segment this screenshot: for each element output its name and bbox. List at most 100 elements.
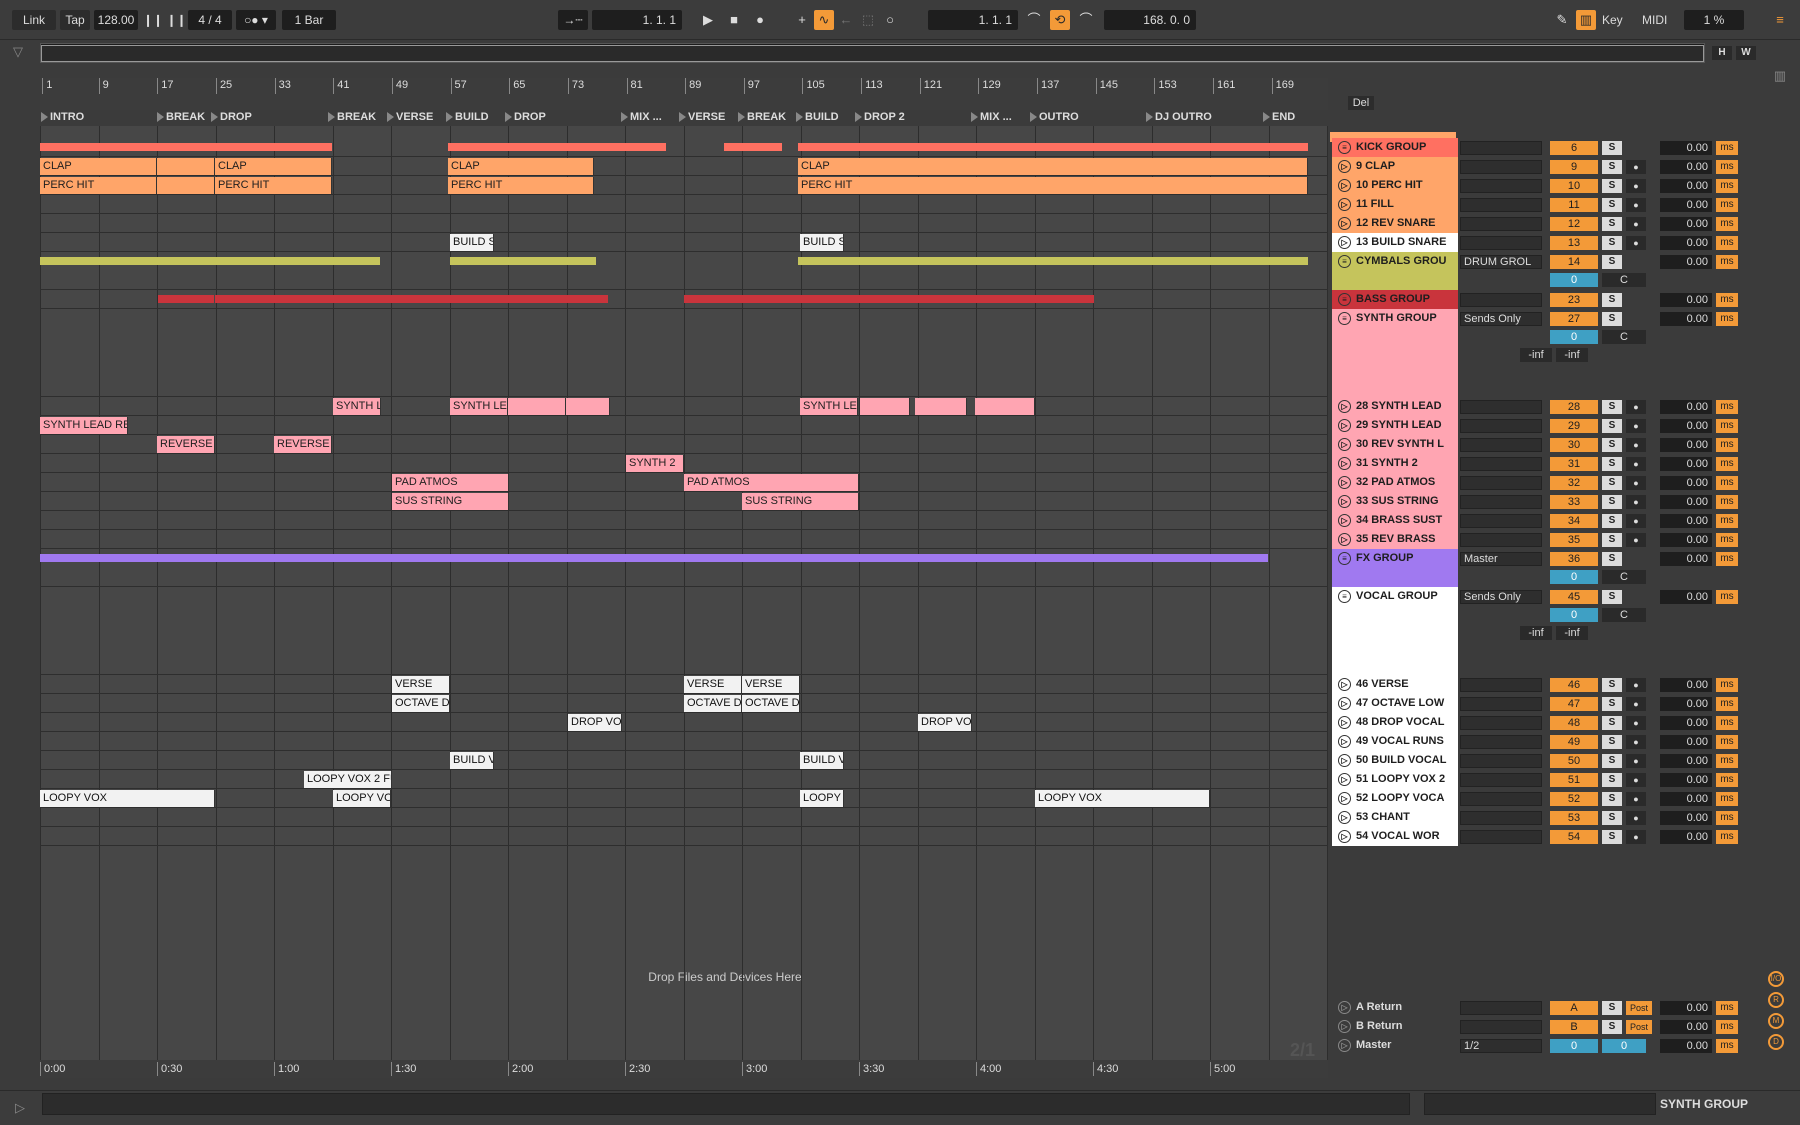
delay-unit-toggle[interactable]: ms [1716, 735, 1738, 749]
track-activator-icon[interactable]: ▷ [1338, 533, 1351, 546]
return-number[interactable]: A [1550, 1001, 1598, 1015]
return-io-selector[interactable]: 1/2 [1460, 1039, 1542, 1053]
return-io-selector[interactable] [1460, 1020, 1542, 1034]
track-delay-field[interactable]: 0.00 [1660, 236, 1712, 250]
track-delay-field[interactable]: 0.00 [1660, 217, 1712, 231]
track-name[interactable]: ▷ 30 REV SYNTH L [1332, 435, 1458, 454]
delay-unit-toggle[interactable]: ms [1716, 312, 1738, 326]
track-header[interactable]: ▷ 10 PERC HIT 10 S ● 0.00 ms [1330, 176, 1760, 195]
delay-unit-toggle[interactable]: ms [1716, 255, 1738, 269]
track-name[interactable]: ▷ 28 SYNTH LEAD [1332, 397, 1458, 416]
clip[interactable]: PAD ATMOS [684, 474, 859, 491]
tap-button[interactable]: Tap [60, 10, 90, 30]
clip[interactable] [915, 398, 967, 415]
delay-unit-toggle[interactable]: ms [1716, 697, 1738, 711]
delay-unit-toggle[interactable]: ms [1716, 457, 1738, 471]
track-name[interactable]: ≡ FX GROUP [1332, 549, 1458, 587]
track-name[interactable]: ▷ 12 REV SNARE [1332, 214, 1458, 233]
send-a-field[interactable]: -inf [1520, 626, 1552, 640]
track-delay-field[interactable]: 0.00 [1660, 1039, 1712, 1053]
track-activator-icon[interactable]: ▷ [1338, 198, 1351, 211]
solo-button[interactable]: S [1602, 697, 1622, 711]
clip[interactable] [566, 398, 610, 415]
track-number[interactable]: 48 [1550, 716, 1598, 730]
track-name[interactable]: ▷ 29 SYNTH LEAD [1332, 416, 1458, 435]
track-delay-field[interactable]: 0.00 [1660, 495, 1712, 509]
track-number[interactable]: 35 [1550, 533, 1598, 547]
track-header[interactable]: ≡ BASS GROUP 23 S 0.00 ms [1330, 290, 1760, 309]
group-clip-bar[interactable] [40, 143, 157, 151]
track-number[interactable]: 28 [1550, 400, 1598, 414]
solo-button[interactable]: S [1602, 400, 1622, 414]
track-delay-field[interactable]: 0.00 [1660, 400, 1712, 414]
track-lane[interactable] [40, 214, 1328, 233]
clip[interactable]: BUILD V [800, 752, 844, 769]
group-clip-bar[interactable] [608, 143, 666, 151]
track-io-selector[interactable] [1460, 495, 1542, 509]
track-header[interactable]: ▷ 51 LOOPY VOX 2 51 S ● 0.00 ms [1330, 770, 1760, 789]
clip[interactable]: DROP VO [918, 714, 972, 731]
track-header[interactable]: ▷ 33 SUS STRING 33 S ● 0.00 ms [1330, 492, 1760, 511]
returns-toggle-icon[interactable]: R [1768, 992, 1784, 1008]
track-io-selector[interactable] [1460, 179, 1542, 193]
group-fold-icon[interactable]: ≡ [1338, 293, 1351, 306]
group-clip-bar[interactable] [40, 554, 1268, 562]
group-clip-bar[interactable] [157, 143, 215, 151]
group-clip-bar[interactable] [158, 295, 214, 303]
arm-icon[interactable]: ● [1626, 400, 1646, 414]
post-toggle[interactable]: Post [1626, 1001, 1652, 1015]
zoom-height-button[interactable]: H [1712, 46, 1732, 60]
clip[interactable]: LOOPY [800, 790, 844, 807]
clip[interactable]: CLAP [215, 158, 332, 175]
arm-icon[interactable]: ● [1626, 419, 1646, 433]
track-delay-field[interactable]: 0.00 [1660, 697, 1712, 711]
track-io-selector[interactable] [1460, 419, 1542, 433]
delay-unit-toggle[interactable]: ms [1716, 419, 1738, 433]
arm-icon[interactable]: ● [1626, 773, 1646, 787]
delay-unit-toggle[interactable]: ms [1716, 1039, 1738, 1053]
midi-map-button[interactable]: MIDI [1642, 10, 1667, 30]
arm-icon[interactable]: ● [1626, 495, 1646, 509]
track-delay-field[interactable]: 0.00 [1660, 1001, 1712, 1015]
clip[interactable]: LOOPY VOX [333, 790, 391, 807]
clip[interactable] [157, 177, 215, 194]
track-number[interactable]: 45 [1550, 590, 1598, 604]
track-delay-field[interactable]: 0.00 [1660, 735, 1712, 749]
delay-unit-toggle[interactable]: ms [1716, 400, 1738, 414]
locator-end[interactable]: END [1262, 110, 1295, 124]
track-delay-field[interactable]: 0.00 [1660, 457, 1712, 471]
time-ruler[interactable]: 0:00 0:30 1:00 1:30 2:00 2:30 3:00 3:30 4:00 4:30… [40, 1060, 1328, 1078]
solo-button[interactable]: S [1602, 457, 1622, 471]
track-lane[interactable] [40, 530, 1328, 549]
clip[interactable]: REVERSE S [274, 436, 332, 453]
track-header[interactable]: ▷ 54 VOCAL WOR 54 S ● 0.00 ms [1330, 827, 1760, 846]
solo-button[interactable]: S [1602, 1001, 1622, 1015]
keyboard-icon[interactable]: ▥ [1576, 10, 1596, 30]
arm-icon[interactable]: ● [1626, 236, 1646, 250]
clip[interactable]: BUILD V [450, 752, 494, 769]
arm-icon[interactable]: ● [1626, 217, 1646, 231]
clip[interactable]: SYNTH LE [800, 398, 858, 415]
volume-field[interactable]: 0 [1550, 273, 1598, 287]
clip[interactable]: LOOPY VOX [40, 790, 215, 807]
track-activator-icon[interactable]: ▷ [1338, 419, 1351, 432]
punch-in-icon[interactable]: ⌒ [1024, 10, 1044, 30]
clip[interactable]: SYNTH 2 [626, 455, 684, 472]
delay-unit-toggle[interactable]: ms [1716, 236, 1738, 250]
track-number[interactable]: 23 [1550, 293, 1598, 307]
track-delay-field[interactable]: 0.00 [1660, 476, 1712, 490]
track-activator-icon[interactable]: ▷ [1338, 179, 1351, 192]
solo-button[interactable]: S [1602, 754, 1622, 768]
punch-out-icon[interactable]: ⌒ [1076, 10, 1096, 30]
track-lane[interactable] [40, 808, 1328, 827]
track-header[interactable]: ▷ 29 SYNTH LEAD 29 S ● 0.00 ms [1330, 416, 1760, 435]
clip[interactable]: PERC HIT [215, 177, 332, 194]
track-name[interactable]: ≡ KICK GROUP [1332, 138, 1458, 157]
menu-icon[interactable]: ≡ [1770, 10, 1790, 30]
track-activator-icon[interactable]: ▷ [1338, 236, 1351, 249]
arm-icon[interactable]: ● [1626, 754, 1646, 768]
group-clip-bar[interactable] [448, 295, 608, 303]
metronome-button[interactable]: ○● ▾ [236, 10, 276, 30]
track-activator-icon[interactable]: ▷ [1338, 476, 1351, 489]
track-delay-field[interactable]: 0.00 [1660, 716, 1712, 730]
